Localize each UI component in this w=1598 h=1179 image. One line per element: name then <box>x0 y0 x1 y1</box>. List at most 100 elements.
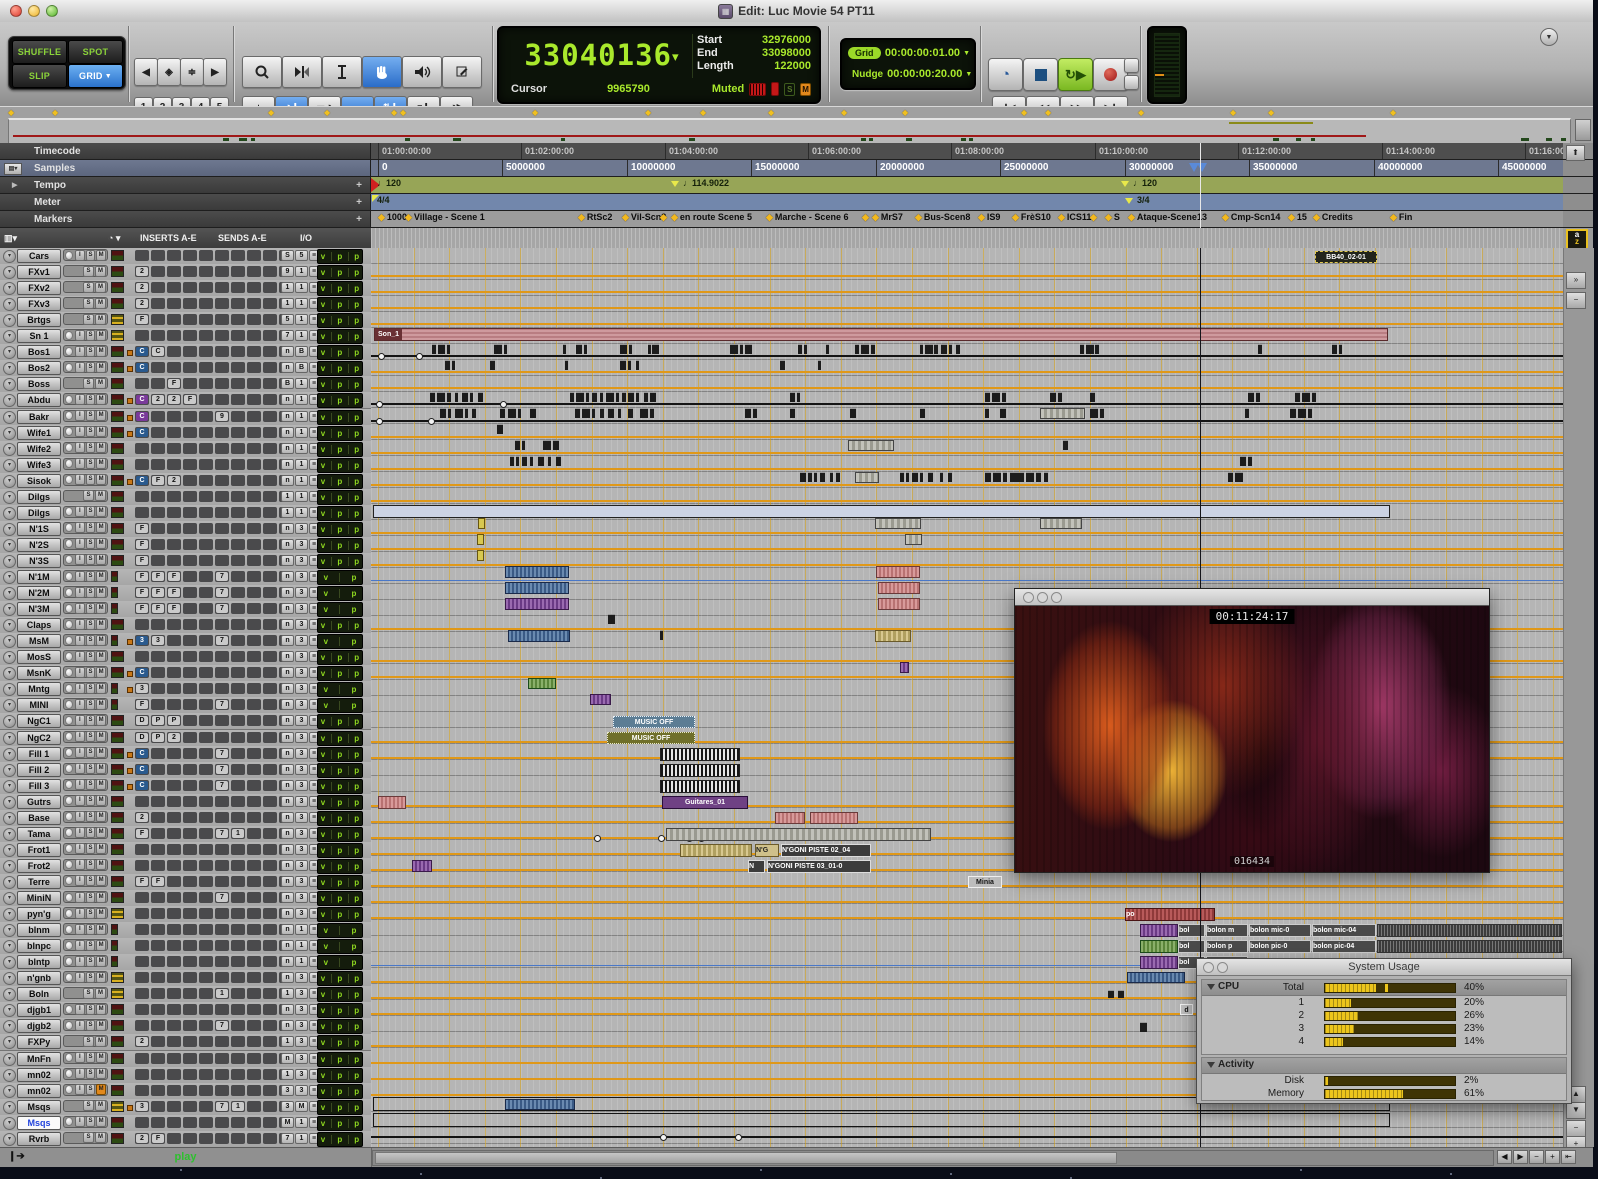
send-slot[interactable] <box>215 474 229 486</box>
send-slot[interactable] <box>263 490 277 502</box>
solo-button[interactable]: S <box>85 249 96 261</box>
audio-clip[interactable] <box>477 550 484 561</box>
insert-slot[interactable] <box>183 731 197 743</box>
audio-clip[interactable] <box>878 598 920 610</box>
track-mute-button[interactable]: M <box>95 377 106 389</box>
insert-slot[interactable]: 3 <box>151 635 165 647</box>
mute-button[interactable]: M <box>96 827 106 839</box>
automation-breakpoint[interactable] <box>658 834 665 842</box>
mute-button[interactable]: M <box>96 442 106 454</box>
insert-slot[interactable] <box>199 1100 213 1112</box>
audio-clip[interactable] <box>600 392 603 402</box>
automation-line[interactable] <box>371 917 1563 920</box>
send-slot[interactable] <box>231 763 245 775</box>
output-path-badge[interactable]: 3 <box>295 988 308 1000</box>
automation-line[interactable] <box>371 387 1563 390</box>
output-path-badge[interactable]: 3 <box>295 731 308 743</box>
track-name-terre[interactable]: Terre <box>17 874 61 889</box>
insert-slot[interactable] <box>135 940 149 952</box>
send-slot[interactable] <box>231 988 245 1000</box>
track-name-fxv3[interactable]: FXv3 <box>17 297 61 312</box>
input-path-badge[interactable]: n <box>281 699 294 711</box>
audio-clip[interactable] <box>586 392 589 402</box>
send-slot[interactable] <box>231 538 245 550</box>
input-path-badge[interactable]: n <box>281 1020 294 1032</box>
send-slot[interactable] <box>263 394 277 406</box>
send-slot[interactable] <box>231 972 245 984</box>
audio-clip[interactable] <box>462 392 468 402</box>
send-slot[interactable] <box>263 378 277 390</box>
insert-slot[interactable] <box>199 506 213 518</box>
track-name-djgb2[interactable]: djgb2 <box>17 1019 61 1034</box>
insert-badge[interactable]: F <box>152 572 164 581</box>
input-path-badge[interactable]: n <box>281 346 294 358</box>
insert-slot[interactable] <box>135 908 149 920</box>
solo-button[interactable]: S <box>85 522 96 534</box>
input-button[interactable]: I <box>74 811 85 823</box>
solo-button[interactable]: S <box>85 329 96 341</box>
insert-badge[interactable]: C <box>136 427 148 437</box>
input-path-badge[interactable]: n <box>281 795 294 807</box>
track-name-ngc2[interactable]: NgC2 <box>17 730 61 745</box>
audio-clip[interactable] <box>1127 972 1185 983</box>
insert-slot[interactable]: C <box>135 410 149 422</box>
input-button[interactable]: I <box>74 666 85 678</box>
track-collapse-icon[interactable]: ▾ <box>3 603 16 617</box>
insert-slot[interactable] <box>183 1068 197 1080</box>
output-path-badge[interactable]: 3 <box>295 667 308 679</box>
record-enable-button[interactable] <box>65 1069 73 1079</box>
track-name-fxv2[interactable]: FXv2 <box>17 281 61 296</box>
send-slot[interactable] <box>231 458 245 470</box>
input-path-badge[interactable]: 7 <box>281 330 294 342</box>
insert-slot[interactable] <box>183 892 197 903</box>
mute-button[interactable]: M <box>96 891 106 903</box>
send-slot[interactable] <box>215 715 229 727</box>
insert-slot[interactable] <box>199 603 213 615</box>
input-path-badge[interactable]: n <box>281 715 294 727</box>
send-slot[interactable] <box>247 554 261 566</box>
output-path-badge[interactable]: 3 <box>295 651 308 663</box>
send-slot[interactable] <box>231 699 245 711</box>
output-path-badge[interactable]: 3 <box>295 554 308 566</box>
audio-clip[interactable] <box>508 630 570 642</box>
insert-slot[interactable] <box>151 298 165 310</box>
input-path-badge[interactable]: 1 <box>281 506 294 518</box>
record-enable-button[interactable] <box>65 362 73 372</box>
input-button[interactable]: I <box>74 650 85 662</box>
insert-slot[interactable]: C <box>135 362 149 374</box>
insert-slot[interactable] <box>151 924 165 936</box>
mute-button[interactable]: M <box>96 586 106 598</box>
insert-slot[interactable] <box>183 314 197 326</box>
send-slot[interactable]: 1 <box>231 827 245 839</box>
output-path-badge[interactable]: 1 <box>295 378 308 390</box>
insert-badge[interactable]: F <box>136 572 148 581</box>
record-enable-button[interactable] <box>65 956 73 966</box>
insert-slot[interactable] <box>167 1132 181 1144</box>
insert-badge[interactable]: F <box>168 588 180 598</box>
insert-slot[interactable]: 2 <box>135 1036 149 1048</box>
input-button[interactable]: I <box>74 795 85 807</box>
audio-clip[interactable] <box>900 662 909 673</box>
audio-clip-bolonm[interactable]: bolon m <box>1206 924 1248 937</box>
insert-slot[interactable] <box>167 538 181 550</box>
record-enable-button[interactable] <box>65 812 73 822</box>
collapse-button[interactable]: − <box>1566 292 1586 309</box>
audio-clip[interactable] <box>1108 990 1114 998</box>
send-slot[interactable] <box>247 924 261 936</box>
input-path-badge[interactable]: n <box>281 843 294 855</box>
input-button[interactable]: I <box>74 907 85 919</box>
send-slot[interactable] <box>215 442 229 454</box>
track-name-blnm[interactable]: blnm <box>17 923 61 938</box>
audio-clip[interactable] <box>432 344 436 354</box>
audio-clip[interactable] <box>875 518 921 529</box>
send-slot[interactable] <box>231 859 245 871</box>
output-path-badge[interactable]: 3 <box>295 892 308 903</box>
insert-badge[interactable]: P <box>152 716 164 726</box>
track-collapse-icon[interactable]: ▾ <box>3 875 16 889</box>
mute-button[interactable]: M <box>96 570 106 582</box>
insert-slot[interactable] <box>199 1004 213 1016</box>
audio-clip[interactable] <box>543 440 551 450</box>
send-slot[interactable] <box>215 972 229 984</box>
mute-button[interactable]: M <box>96 474 106 486</box>
output-path-badge[interactable]: 3 <box>295 972 308 984</box>
